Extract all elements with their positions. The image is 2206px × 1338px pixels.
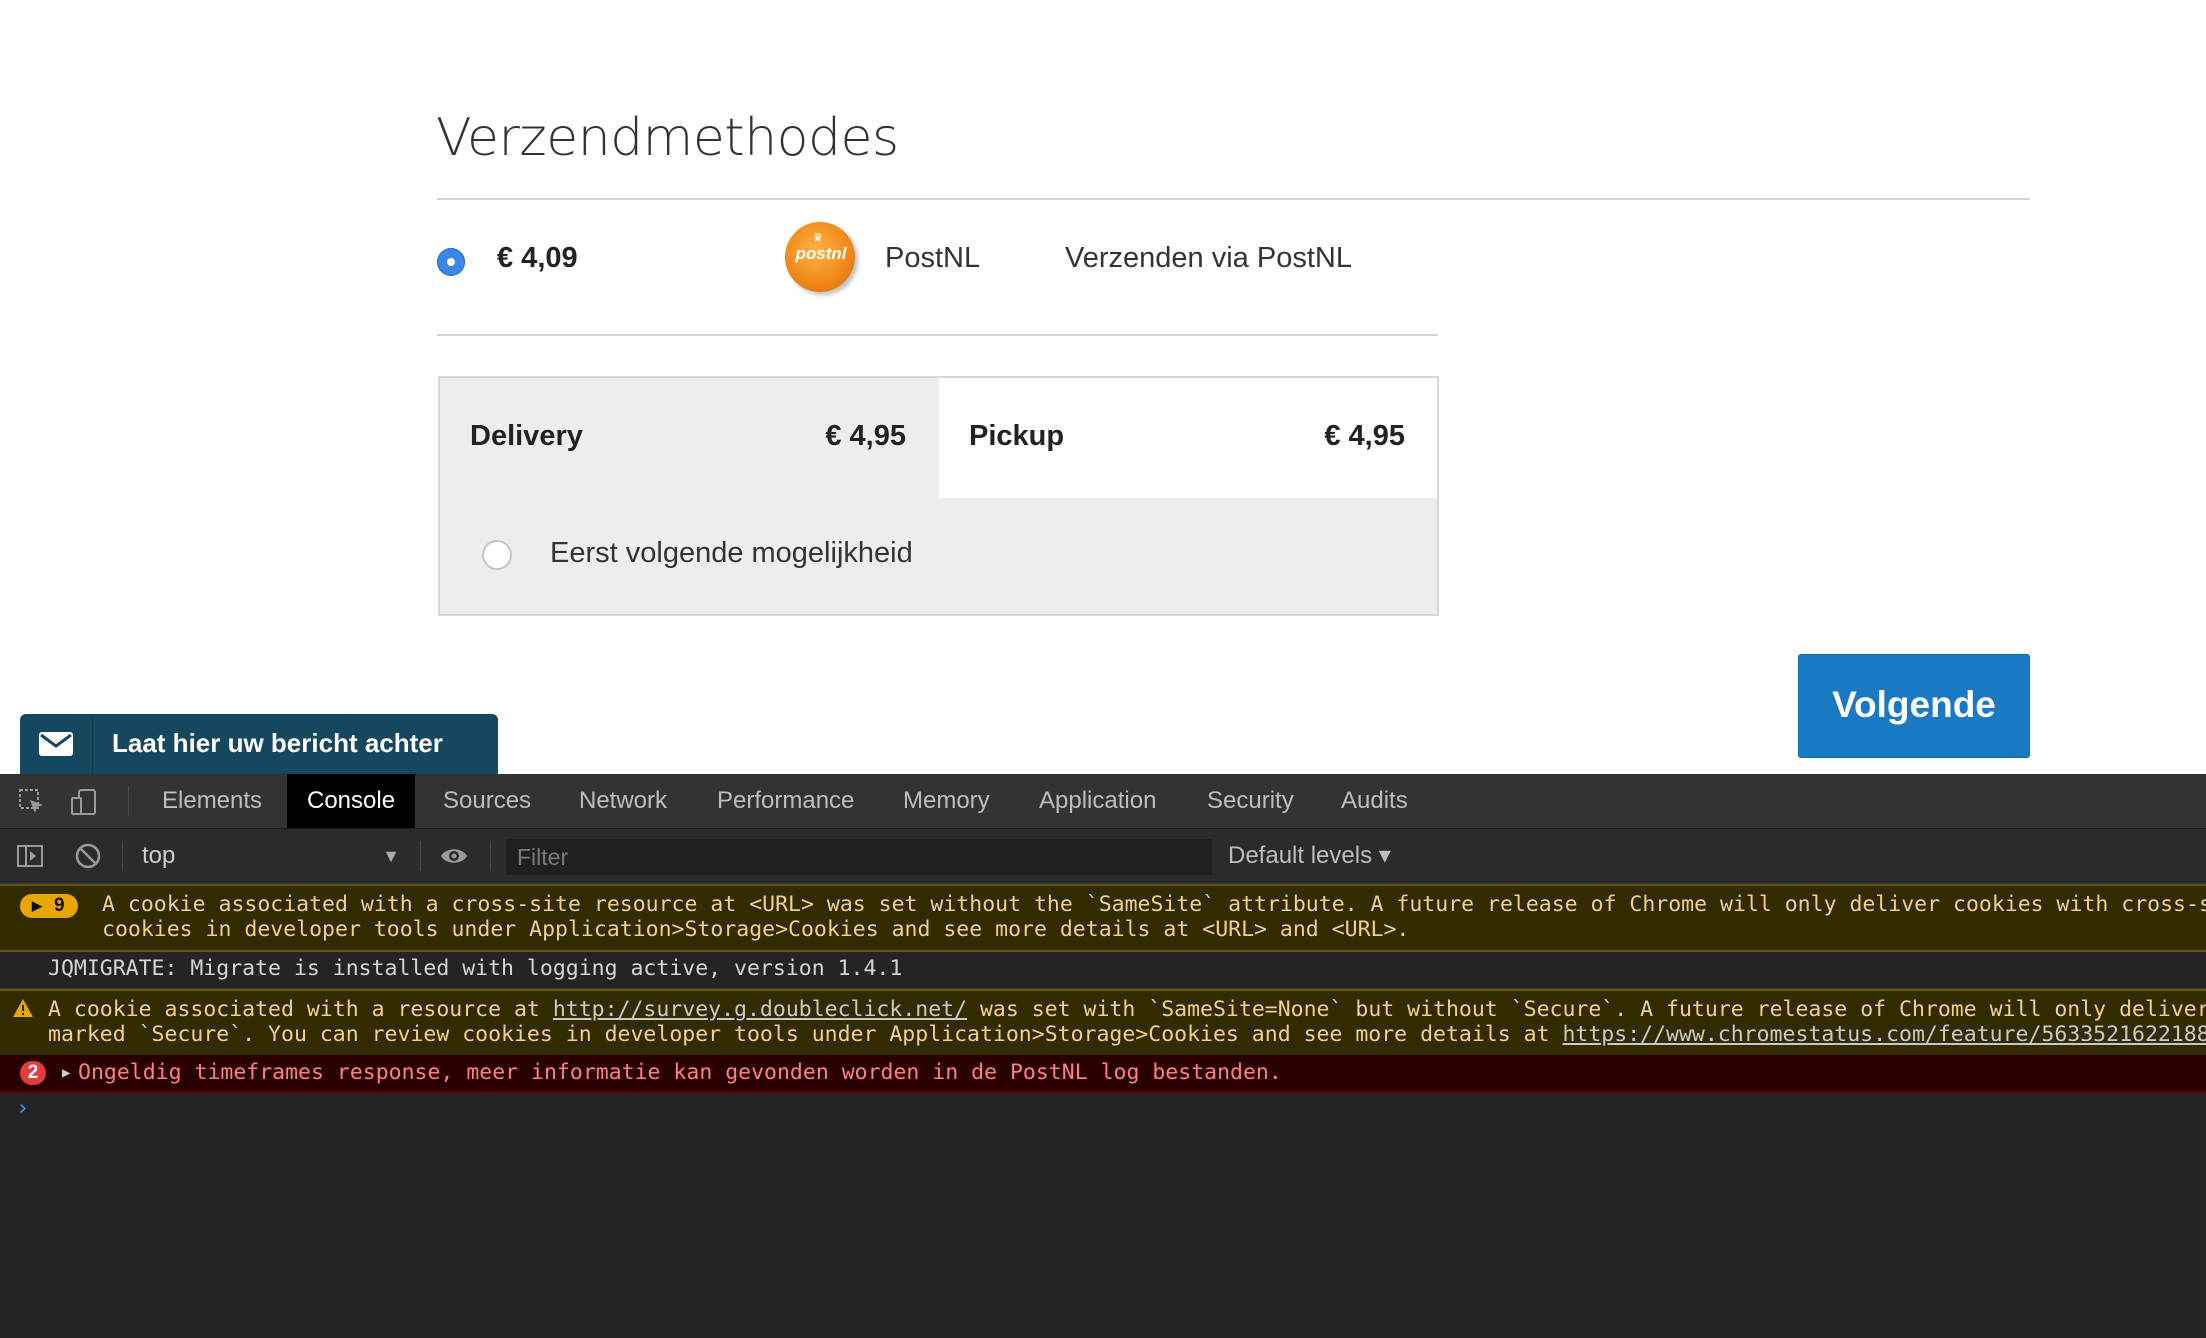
delivery-price: € 4,95	[825, 420, 906, 452]
warning-count-badge: ▶ 9	[20, 894, 78, 918]
tab-sources[interactable]: Sources	[423, 774, 551, 828]
method-divider	[437, 334, 1438, 336]
error-text: Ongeldig timeframes response, meer infor…	[78, 1060, 1282, 1085]
tab-pickup[interactable]: Pickup € 4,95	[939, 378, 1437, 498]
envelope-icon	[39, 732, 73, 756]
warning-text-line2: cookies in developer tools under Applica…	[102, 917, 1410, 942]
console-error-message[interactable]: 2 ▶ Ongeldig timeframes response, meer i…	[0, 1055, 2206, 1093]
tab-application[interactable]: Application	[1019, 774, 1176, 828]
tab-security[interactable]: Security	[1187, 774, 1314, 828]
leave-message-widget[interactable]: Laat hier uw bericht achter	[20, 714, 498, 774]
shipping-method-row[interactable]: € 4,09 ♛ postnl PostNL Verzenden via Pos…	[437, 222, 1437, 302]
warning-text-line1: A cookie associated with a cross-site re…	[102, 892, 2206, 917]
timeframe-label: Eerst volgende mogelijkheid	[550, 537, 913, 569]
doubleclick-link[interactable]: http://survey.g.doubleclick.net/	[553, 997, 967, 1022]
error-count-badge: 2	[20, 1061, 46, 1085]
log-levels-label: Default levels	[1228, 842, 1373, 869]
tab-audits[interactable]: Audits	[1321, 774, 1428, 828]
crown-icon: ♛	[813, 232, 823, 244]
page-title: Verzendmethodes	[436, 108, 899, 168]
context-value: top	[142, 842, 176, 869]
dropdown-arrow-icon: ▼	[382, 846, 400, 866]
warning-icon	[13, 999, 33, 1017]
pickup-price: € 4,95	[1324, 420, 1405, 452]
shipping-carrier-name: PostNL	[885, 242, 981, 274]
device-toolbar-icon[interactable]	[70, 788, 98, 816]
devtools-panel: Elements Console Sources Network Perform…	[0, 774, 2206, 1338]
console-warning-message: A cookie associated with a resource at h…	[0, 989, 2206, 1057]
widget-separator	[92, 714, 93, 774]
console-warning-group[interactable]: ▶ 9 A cookie associated with a cross-sit…	[0, 884, 2206, 952]
info-text: JQMIGRATE: Migrate is installed with log…	[48, 956, 903, 981]
postnl-options-box: Delivery € 4,95 Pickup € 4,95 Eerst volg…	[438, 376, 1439, 616]
tab-console[interactable]: Console	[287, 774, 416, 828]
postnl-logo: ♛ postnl	[785, 222, 855, 292]
delivery-label: Delivery	[470, 420, 583, 452]
tab-performance[interactable]: Performance	[697, 774, 874, 828]
console-toolbar: top ▼ Default levels ▾	[0, 829, 2206, 884]
expand-triangle-icon: ▶	[32, 898, 42, 913]
inspect-element-icon[interactable]	[18, 788, 46, 816]
title-divider	[437, 198, 2030, 200]
toolbar-separator	[490, 841, 491, 871]
timeframe-option[interactable]: Eerst volgende mogelijkheid	[440, 498, 1437, 614]
shipping-method-price: € 4,09	[497, 242, 578, 274]
tab-elements[interactable]: Elements	[142, 774, 282, 828]
shipping-method-description: Verzenden via PostNL	[1065, 242, 1352, 274]
warning-text-line2: marked `Secure`. You can review cookies …	[48, 1022, 2206, 1048]
live-expression-eye-icon[interactable]	[440, 842, 468, 870]
sidebar-toggle-icon[interactable]	[16, 842, 44, 870]
checkout-page: Verzendmethodes € 4,09 ♛ postnl PostNL V…	[0, 0, 2206, 774]
console-info-message: JQMIGRATE: Migrate is installed with log…	[0, 950, 2206, 989]
devtools-tab-bar: Elements Console Sources Network Perform…	[0, 774, 2206, 829]
toolbar-separator	[420, 841, 421, 871]
toolbar-separator	[128, 786, 129, 816]
tab-memory[interactable]: Memory	[883, 774, 1010, 828]
context-select[interactable]: top ▼	[130, 837, 410, 875]
next-button[interactable]: Volgende	[1798, 654, 2030, 758]
warning-text: was set with `SameSite=None` but without…	[967, 997, 2206, 1022]
tab-delivery[interactable]: Delivery € 4,95	[440, 378, 938, 498]
warning-text-line1: A cookie associated with a resource at h…	[48, 997, 2206, 1023]
pickup-label: Pickup	[969, 420, 1065, 452]
shipping-method-radio[interactable]	[437, 248, 465, 276]
console-prompt-icon[interactable]: ›	[16, 1096, 29, 1121]
tab-network[interactable]: Network	[559, 774, 687, 828]
warning-text: A cookie associated with a resource at	[48, 997, 553, 1022]
console-filter-input[interactable]	[506, 839, 1212, 875]
dropdown-arrow-icon: ▾	[1378, 842, 1391, 869]
chromestatus-link[interactable]: https://www.chromestatus.com/feature/563…	[1562, 1022, 2206, 1047]
leave-message-label: Laat hier uw bericht achter	[112, 728, 443, 758]
warning-count: 9	[54, 895, 65, 916]
toolbar-separator	[122, 841, 123, 871]
log-levels-dropdown[interactable]: Default levels ▾	[1228, 837, 1391, 875]
expand-triangle-icon[interactable]: ▶	[62, 1060, 70, 1086]
warning-text: marked `Secure`. You can review cookies …	[48, 1022, 1563, 1047]
postnl-logo-text: postnl	[795, 244, 847, 263]
clear-console-icon[interactable]	[74, 842, 102, 870]
timeframe-radio[interactable]	[482, 540, 512, 570]
